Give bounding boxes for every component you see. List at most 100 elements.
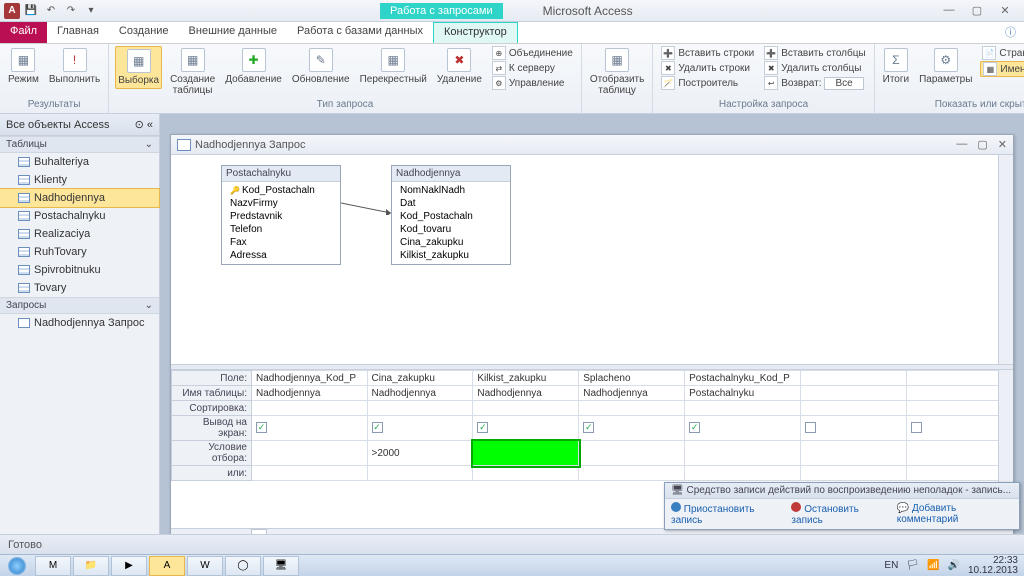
psr-pause-button[interactable]: Приостановить запись	[671, 502, 781, 526]
minimize-icon[interactable]: ―	[938, 4, 960, 17]
append-button[interactable]: ✚Добавление	[223, 46, 284, 87]
update-button[interactable]: ✎Обновление	[290, 46, 352, 87]
psr-stop-button[interactable]: Остановить запись	[791, 502, 886, 526]
nav-section-tables[interactable]: Таблицы⌄	[0, 136, 159, 153]
grid-cell[interactable]	[685, 416, 801, 441]
grid-cell[interactable]	[801, 371, 907, 386]
tab-external[interactable]: Внешние данные	[179, 22, 287, 43]
show-checkbox[interactable]	[689, 422, 700, 433]
grid-cell[interactable]	[801, 416, 907, 441]
nav-query-item[interactable]: Nadhodjennya Запрос	[0, 314, 159, 332]
collapse-icon[interactable]: ⌄	[145, 300, 153, 311]
task-explorer[interactable]: 📁	[73, 556, 109, 576]
start-button[interactable]	[0, 555, 34, 577]
query-diagram-pane[interactable]: Postachalnyku Kod_PostachalnNazvFirmyPre…	[171, 155, 1013, 365]
redo-icon[interactable]: ↷	[62, 2, 80, 20]
win-close-icon[interactable]: ✕	[998, 138, 1007, 151]
field-item[interactable]: Predstavnik	[222, 210, 340, 223]
psr-title[interactable]: 🖥 Средство записи действий по воспроизве…	[665, 483, 1019, 499]
grid-cell[interactable]	[367, 401, 473, 416]
show-checkbox[interactable]	[256, 422, 267, 433]
grid-cell[interactable]	[907, 401, 1013, 416]
grid-cell[interactable]	[579, 466, 685, 481]
grid-cell[interactable]: Kilkist_zakupku	[473, 371, 579, 386]
undo-icon[interactable]: ↶	[42, 2, 60, 20]
field-item[interactable]: Fax	[222, 236, 340, 249]
grid-cell-criteria[interactable]	[252, 441, 368, 466]
grid-cell-criteria[interactable]	[473, 441, 579, 466]
builder-button[interactable]: 🪄Построитель	[659, 76, 756, 90]
nav-table-buhalteriya[interactable]: Buhalteriya	[0, 153, 159, 171]
query-window-titlebar[interactable]: Nadhodjennya Запрос ―▢✕	[171, 135, 1013, 155]
close-icon[interactable]: ✕	[994, 4, 1016, 17]
grid-cell[interactable]	[801, 401, 907, 416]
grid-cell[interactable]: Nadhodjennya	[367, 386, 473, 401]
crosstab-button[interactable]: ▦Перекрестный	[358, 46, 429, 87]
delete-button[interactable]: ✖Удаление	[435, 46, 484, 87]
psr-comment-button[interactable]: 💬 Добавить комментарий	[897, 503, 1013, 525]
show-checkbox[interactable]	[911, 422, 922, 433]
tab-file[interactable]: Файл	[0, 22, 47, 43]
nav-table-tovary[interactable]: Tovary	[0, 279, 159, 297]
grid-cell[interactable]: Postachalnyku	[685, 386, 801, 401]
tab-home[interactable]: Главная	[47, 22, 109, 43]
collapse-icon[interactable]: ⌄	[145, 139, 153, 150]
nav-header[interactable]: Все объекты Access ⊙ «	[0, 114, 159, 136]
psr-window[interactable]: 🖥 Средство записи действий по воспроизве…	[664, 482, 1020, 530]
grid-cell[interactable]	[907, 371, 1013, 386]
table-postachalnyku[interactable]: Postachalnyku Kod_PostachalnNazvFirmyPre…	[221, 165, 341, 265]
datadef-button[interactable]: ⚙Управление	[490, 76, 575, 90]
grid-cell-criteria[interactable]	[801, 441, 907, 466]
grid-cell[interactable]: Nadhodjennya_Kod_P	[252, 371, 368, 386]
join-line[interactable]	[341, 201, 391, 215]
field-item[interactable]: Kod_Postachaln	[222, 184, 340, 197]
passthrough-button[interactable]: ⇄К серверу	[490, 61, 575, 75]
grid-cell[interactable]: Nadhodjennya	[252, 386, 368, 401]
field-item[interactable]: Telefon	[222, 223, 340, 236]
win-min-icon[interactable]: ―	[956, 138, 967, 151]
grid-cell[interactable]	[685, 401, 801, 416]
save-icon[interactable]: 💾	[22, 2, 40, 20]
tab-design[interactable]: Конструктор	[433, 22, 518, 43]
grid-cell[interactable]	[685, 466, 801, 481]
grid-cell-criteria[interactable]: >2000	[367, 441, 473, 466]
grid-cell-criteria[interactable]	[685, 441, 801, 466]
totals-button[interactable]: ΣИтоги	[881, 46, 911, 87]
union-button[interactable]: ⊕Объединение	[490, 46, 575, 60]
grid-cell[interactable]	[579, 416, 685, 441]
qat-dropdown-icon[interactable]: ▾	[82, 2, 100, 20]
nav-table-postachalnyku[interactable]: Postachalnyku	[0, 207, 159, 225]
showtable-button[interactable]: ▦Отобразить таблицу	[588, 46, 647, 98]
grid-cell[interactable]: Nadhodjennya	[579, 386, 685, 401]
help-icon[interactable]: ⓘ	[997, 22, 1024, 43]
grid-cell[interactable]	[801, 466, 907, 481]
diagram-vscroll[interactable]	[998, 155, 1013, 364]
view-button[interactable]: ▦Режим	[6, 46, 41, 87]
task-word[interactable]: W	[187, 556, 223, 576]
field-item[interactable]: Kilkist_zakupku	[392, 249, 510, 262]
grid-cell[interactable]: Postachalnyku_Kod_P	[685, 371, 801, 386]
grid-cell[interactable]	[473, 401, 579, 416]
show-checkbox[interactable]	[583, 422, 594, 433]
system-tray[interactable]: EN 🏳 📶 🔊 22:3310.12.2013	[884, 556, 1024, 576]
grid-cell[interactable]	[252, 401, 368, 416]
field-item[interactable]: NazvFirmy	[222, 197, 340, 210]
propsheet-button[interactable]: 📄Страница свойств	[980, 46, 1024, 60]
show-checkbox[interactable]	[372, 422, 383, 433]
grid-cell-criteria[interactable]	[907, 441, 1013, 466]
task-psr[interactable]: 🖥	[263, 556, 299, 576]
insertcols-button[interactable]: ➕Вставить столбцы	[762, 46, 867, 60]
return-value[interactable]: Все	[824, 77, 863, 90]
insertrows-button[interactable]: ➕Вставить строки	[659, 46, 756, 60]
field-item[interactable]: Dat	[392, 197, 510, 210]
field-item[interactable]: Kod_tovaru	[392, 223, 510, 236]
deletecols-button[interactable]: ✖Удалить столбцы	[762, 61, 867, 75]
grid-cell[interactable]	[252, 466, 368, 481]
nav-section-queries[interactable]: Запросы⌄	[0, 297, 159, 314]
nav-dropdown-icon[interactable]: ⊙ «	[135, 118, 153, 131]
tray-volume-icon[interactable]: 🔊	[947, 560, 959, 571]
restore-icon[interactable]: ▢	[966, 4, 988, 17]
field-item[interactable]: Kod_Postachaln	[392, 210, 510, 223]
grid-cell[interactable]	[907, 416, 1013, 441]
return-control[interactable]: ↩Возврат: Все	[762, 76, 867, 90]
